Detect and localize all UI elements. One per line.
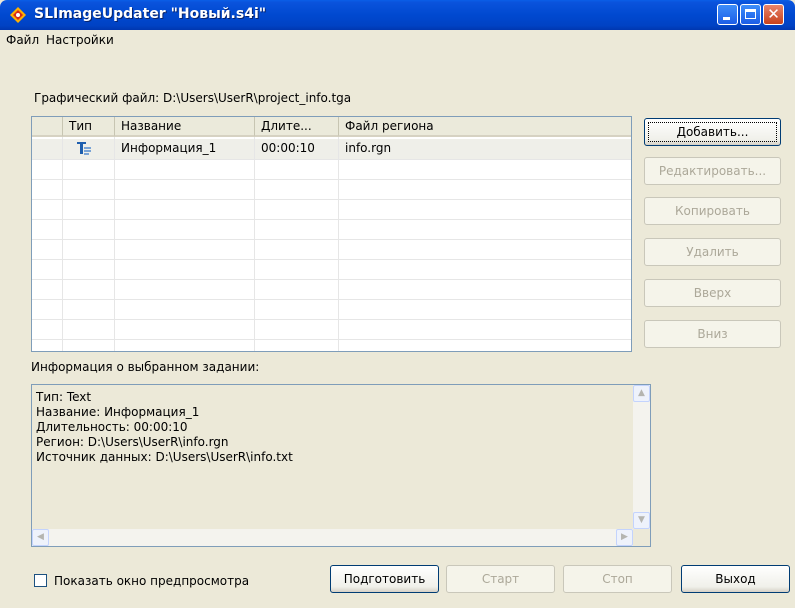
preview-checkbox-label[interactable]: Показать окно предпросмотра — [54, 574, 249, 588]
scroll-right-icon[interactable]: ▶ — [616, 529, 633, 546]
text-task-icon — [77, 142, 91, 155]
copy-button[interactable]: Копировать — [644, 197, 781, 225]
close-button[interactable]: ✕ — [763, 4, 784, 25]
scroll-up-icon[interactable]: ▲ — [633, 385, 650, 402]
app-logo-icon — [10, 7, 26, 23]
scroll-down-icon[interactable]: ▼ — [633, 512, 650, 529]
preview-checkbox[interactable] — [34, 574, 47, 587]
title-bar[interactable]: SLImageUpdater "Новый.s4i" ✕ — [0, 0, 795, 30]
info-name-line: Название: Информация_1 — [36, 405, 200, 419]
maximize-button[interactable] — [740, 4, 761, 25]
info-type-line: Тип: Text — [36, 390, 92, 404]
add-button[interactable]: Добавить... — [644, 118, 781, 146]
menu-settings[interactable]: Настройки — [46, 33, 114, 47]
grid-line — [32, 259, 631, 260]
task-list-header: Тип Название Длите... Файл региона — [32, 117, 631, 137]
minimize-button[interactable] — [717, 4, 738, 25]
grid-line — [32, 299, 631, 300]
grid-line — [32, 239, 631, 240]
graphic-file-label: Графический файл: D:\Users\UserR\project… — [34, 91, 352, 105]
grid-line — [32, 179, 631, 180]
column-header-type[interactable]: Тип — [63, 117, 115, 137]
info-source-line: Источник данных: D:\Users\UserR\info.txt — [36, 450, 293, 464]
prepare-button[interactable]: Подготовить — [330, 565, 439, 593]
maximize-icon — [745, 9, 756, 19]
column-header-region-file[interactable]: Файл региона — [339, 117, 631, 137]
scroll-left-icon[interactable]: ◀ — [32, 529, 49, 546]
info-duration-line: Длительность: 00:00:10 — [36, 420, 188, 434]
close-icon: ✕ — [767, 5, 780, 23]
grid-line — [32, 339, 631, 340]
move-down-button[interactable]: Вниз — [644, 320, 781, 348]
grid-line — [32, 199, 631, 200]
column-header-duration[interactable]: Длите... — [255, 117, 339, 137]
grid-line — [32, 159, 631, 160]
task-info-textbox[interactable]: Тип: Text Название: Информация_1 Длитель… — [31, 384, 651, 547]
edit-button[interactable]: Редактировать... — [644, 157, 781, 185]
vertical-scrollbar[interactable]: ▲ ▼ — [633, 385, 650, 529]
task-info-label: Информация о выбранном задании: — [31, 360, 260, 374]
grid-line — [32, 319, 631, 320]
window-title: SLImageUpdater "Новый.s4i" — [34, 6, 267, 22]
grid-line — [32, 279, 631, 280]
minimize-icon — [723, 17, 730, 20]
horizontal-scrollbar[interactable]: ◀ ▶ — [32, 529, 633, 546]
scrollbar-corner — [633, 529, 650, 546]
row-region-file: info.rgn — [345, 141, 392, 155]
row-name: Информация_1 — [121, 141, 217, 155]
info-region-line: Регион: D:\Users\UserR\info.rgn — [36, 435, 229, 449]
menu-file[interactable]: Файл — [6, 33, 39, 47]
table-row[interactable]: Информация_1 00:00:10 info.rgn — [32, 139, 631, 159]
start-button[interactable]: Старт — [446, 565, 555, 593]
delete-button[interactable]: Удалить — [644, 238, 781, 266]
menu-bar: Файл Настройки — [0, 30, 795, 51]
exit-button[interactable]: Выход — [681, 565, 790, 593]
row-duration: 00:00:10 — [261, 141, 315, 155]
column-header-name[interactable]: Название — [115, 117, 255, 137]
stop-button[interactable]: Стоп — [563, 565, 672, 593]
task-list[interactable]: Тип Название Длите... Файл региона Инфор… — [31, 116, 632, 352]
move-up-button[interactable]: Вверх — [644, 279, 781, 307]
grid-line — [32, 219, 631, 220]
column-header-select[interactable] — [32, 117, 63, 137]
